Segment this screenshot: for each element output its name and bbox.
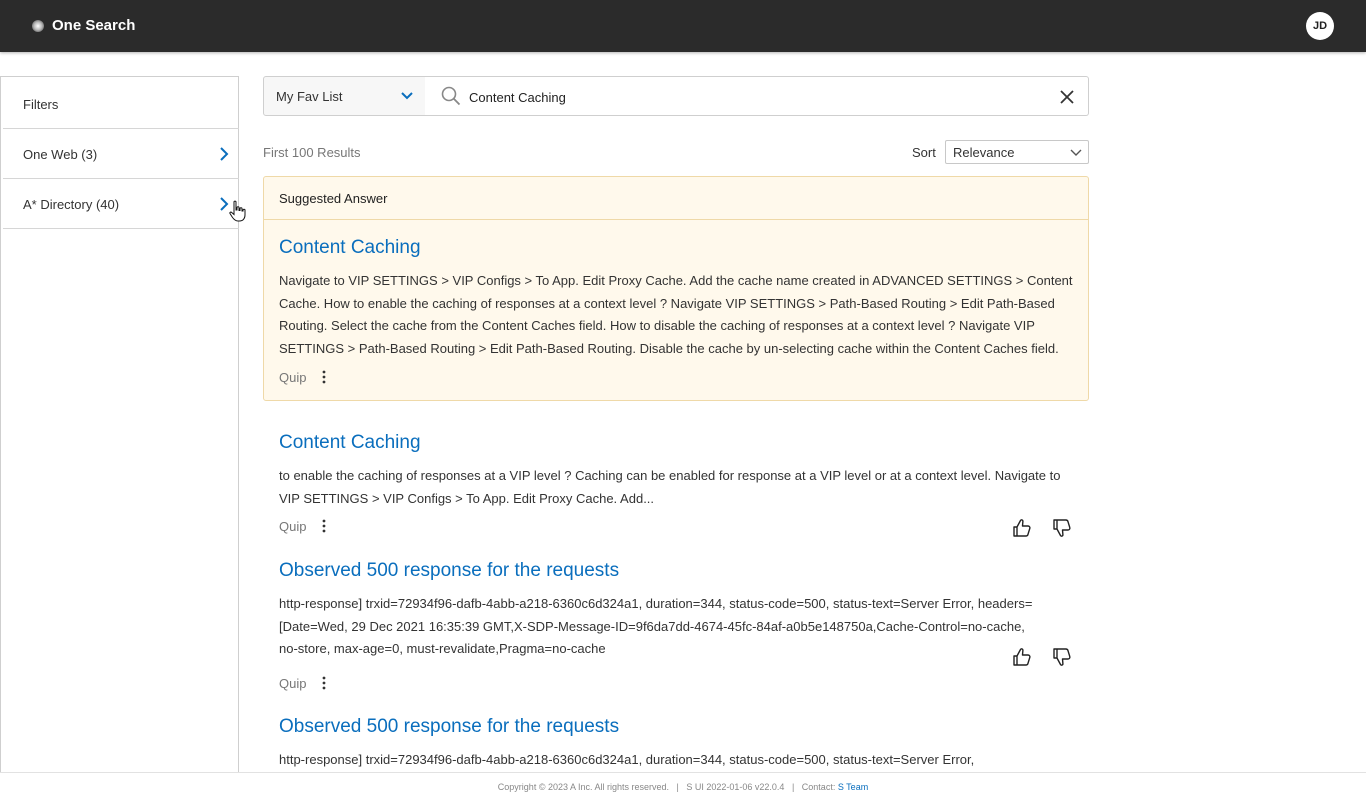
search-input[interactable]: [469, 87, 1039, 107]
logo-icon: [32, 20, 44, 32]
top-bar: One Search JD: [0, 0, 1366, 52]
thumbs-up-icon[interactable]: [1012, 647, 1032, 667]
suggested-result-snippet: Navigate to VIP SETTINGS > VIP Configs >…: [279, 273, 1073, 356]
suggested-answer-header: Suggested Answer: [264, 177, 1088, 220]
scope-dropdown[interactable]: My Fav List: [263, 76, 426, 116]
footer-contact-label: Contact:: [801, 782, 836, 792]
result-title[interactable]: Observed 500 response for the requests: [279, 716, 619, 738]
chevron-down-icon: [1070, 149, 1082, 156]
app-title[interactable]: One Search: [52, 17, 135, 34]
footer-contact-link[interactable]: S Team: [838, 782, 868, 792]
more-vertical-icon[interactable]: [321, 519, 327, 533]
result-title[interactable]: Observed 500 response for the requests: [279, 560, 619, 582]
sidebar-item-label: A* Directory (40): [23, 197, 120, 212]
search-box: [425, 76, 1089, 116]
filters-title: Filters: [23, 97, 59, 112]
sidebar-item-one-web[interactable]: One Web (3): [3, 129, 239, 179]
suggested-result-title[interactable]: Content Caching: [279, 237, 421, 259]
results-count: First 100 Results: [263, 145, 361, 160]
sort-value: Relevance: [953, 145, 1015, 160]
filters-sidebar: Filters One Web (3) A* Directory (40): [0, 76, 239, 773]
result-snippet: http-response] trxid=72934f96-dafb-4abb-…: [279, 596, 1033, 656]
thumbs-down-icon[interactable]: [1052, 647, 1072, 667]
more-vertical-icon[interactable]: [321, 676, 327, 690]
filters-header: Filters: [3, 77, 239, 129]
hand-cursor-icon: [229, 200, 246, 222]
user-avatar[interactable]: JD: [1306, 12, 1334, 40]
search-icon: [441, 86, 461, 106]
result-snippet: http-response] trxid=72934f96-dafb-4abb-…: [279, 752, 975, 767]
footer-copyright: Copyright © 2023 A Inc. All rights reser…: [497, 782, 670, 792]
sort-label: Sort: [912, 145, 936, 160]
result-source: Quip: [279, 676, 307, 691]
footer: Copyright © 2023 A Inc. All rights reser…: [0, 772, 1366, 800]
footer-version: S UI 2022-01-06 v22.0.4: [686, 782, 785, 792]
sidebar-item-label: One Web (3): [23, 147, 98, 162]
result-snippet: to enable the caching of responses at a …: [279, 468, 1061, 506]
thumbs-down-icon[interactable]: [1052, 518, 1072, 538]
thumbs-up-icon[interactable]: [1012, 518, 1032, 538]
result-source: Quip: [279, 519, 307, 534]
result-title[interactable]: Content Caching: [279, 432, 421, 454]
close-icon[interactable]: [1059, 89, 1075, 105]
chevron-right-icon: [220, 147, 229, 161]
result-source: Quip: [279, 370, 307, 385]
more-vertical-icon[interactable]: [321, 370, 327, 384]
chevron-down-icon: [401, 92, 413, 100]
sort-dropdown[interactable]: Relevance: [945, 140, 1089, 164]
sidebar-item-a-directory[interactable]: A* Directory (40): [3, 179, 239, 229]
scope-value: My Fav List: [276, 89, 343, 104]
suggested-answer-heading: Suggested Answer: [279, 191, 388, 206]
